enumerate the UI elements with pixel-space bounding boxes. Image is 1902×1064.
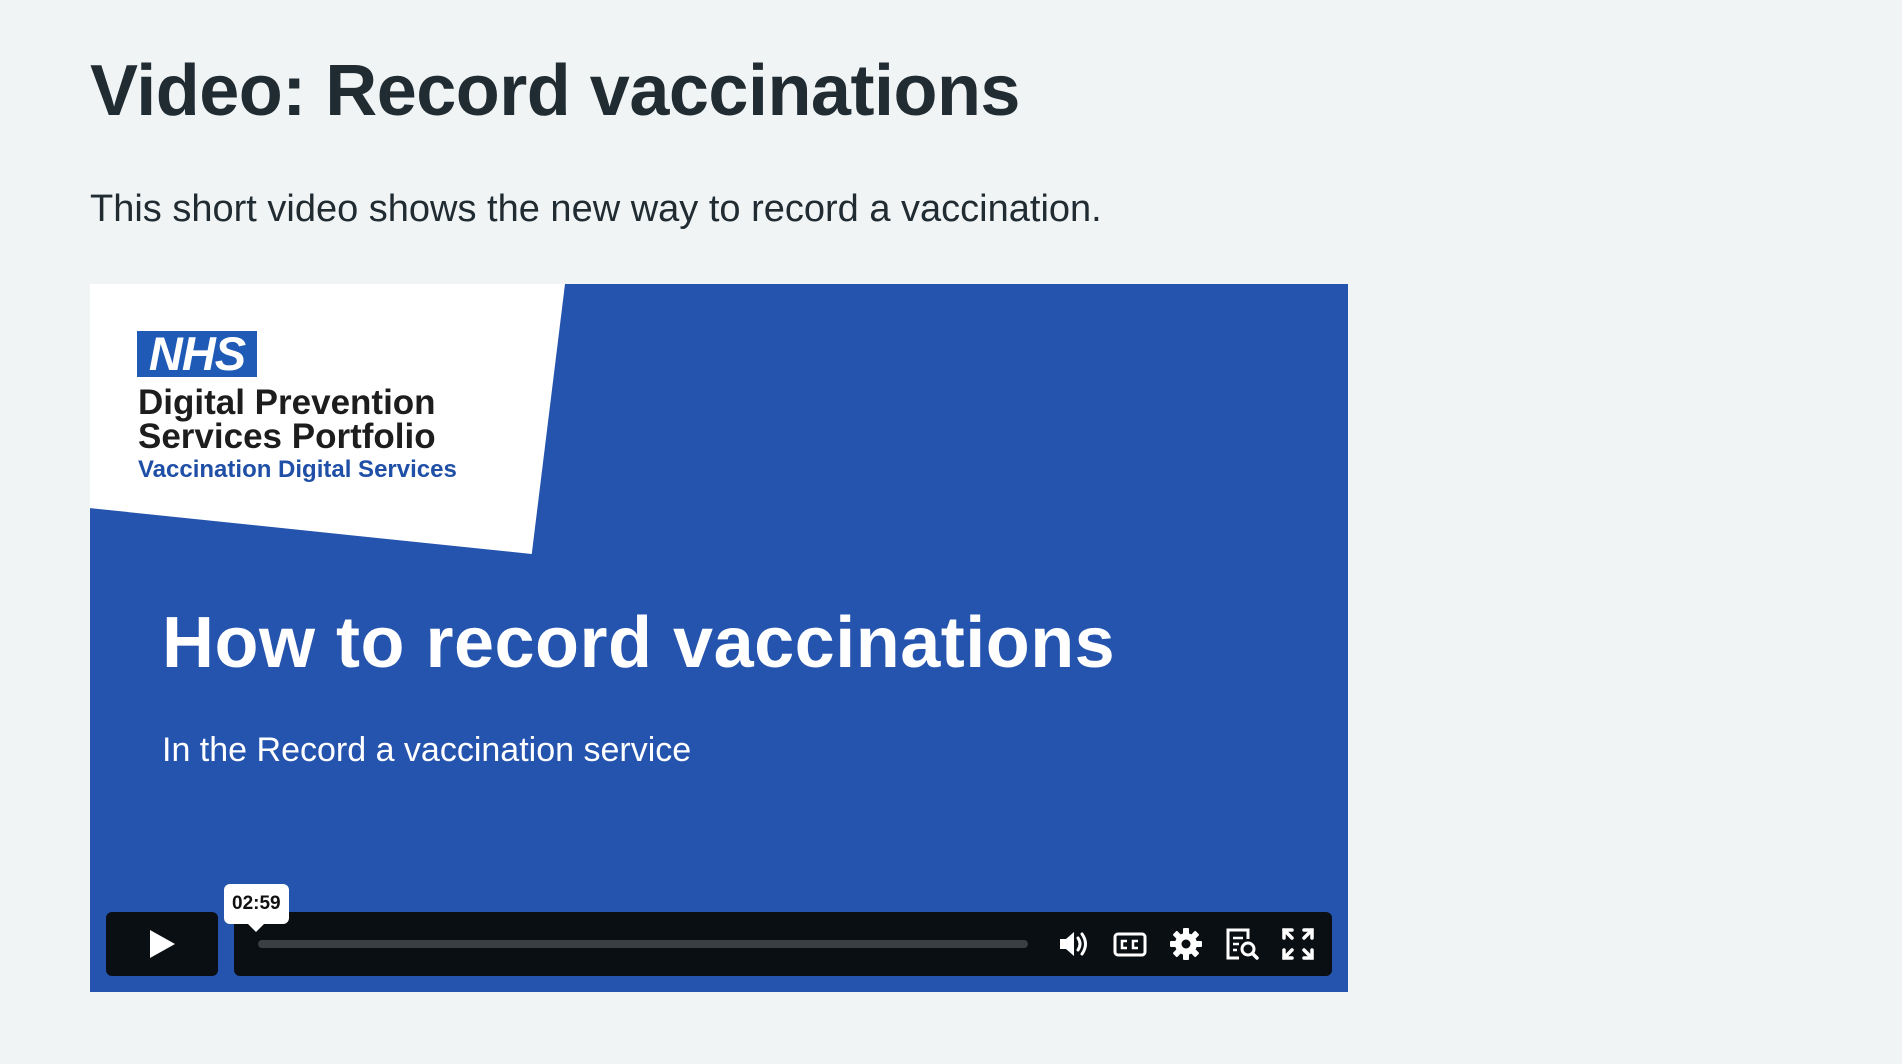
transcript-button[interactable] bbox=[1224, 926, 1260, 962]
transcript-icon bbox=[1226, 928, 1259, 960]
settings-button[interactable] bbox=[1168, 926, 1204, 962]
fullscreen-button[interactable] bbox=[1280, 926, 1316, 962]
captions-button[interactable] bbox=[1112, 926, 1148, 962]
video-subtitle: In the Record a vaccination service bbox=[162, 731, 692, 769]
fullscreen-icon bbox=[1282, 928, 1314, 960]
video-player[interactable]: NHS Digital Prevention Services Portfoli… bbox=[90, 284, 1348, 992]
brand-line-3: Vaccination Digital Services bbox=[138, 456, 457, 483]
intro-text: This short video shows the new way to re… bbox=[90, 188, 1102, 230]
captions-icon bbox=[1113, 932, 1147, 957]
nhs-logo: NHS bbox=[137, 330, 257, 377]
play-button[interactable] bbox=[106, 912, 218, 976]
progress-scrubber[interactable] bbox=[258, 940, 1028, 948]
control-bar bbox=[234, 912, 1332, 976]
play-icon bbox=[150, 930, 175, 958]
brand-line-2: Services Portfolio bbox=[138, 417, 436, 456]
volume-icon bbox=[1060, 932, 1087, 956]
settings-icon bbox=[1170, 928, 1202, 960]
video-title: How to record vaccinations bbox=[162, 603, 1116, 683]
page-title: Video: Record vaccinations bbox=[90, 51, 1020, 131]
volume-button[interactable] bbox=[1056, 926, 1092, 962]
time-tooltip: 02:59 bbox=[224, 884, 289, 932]
